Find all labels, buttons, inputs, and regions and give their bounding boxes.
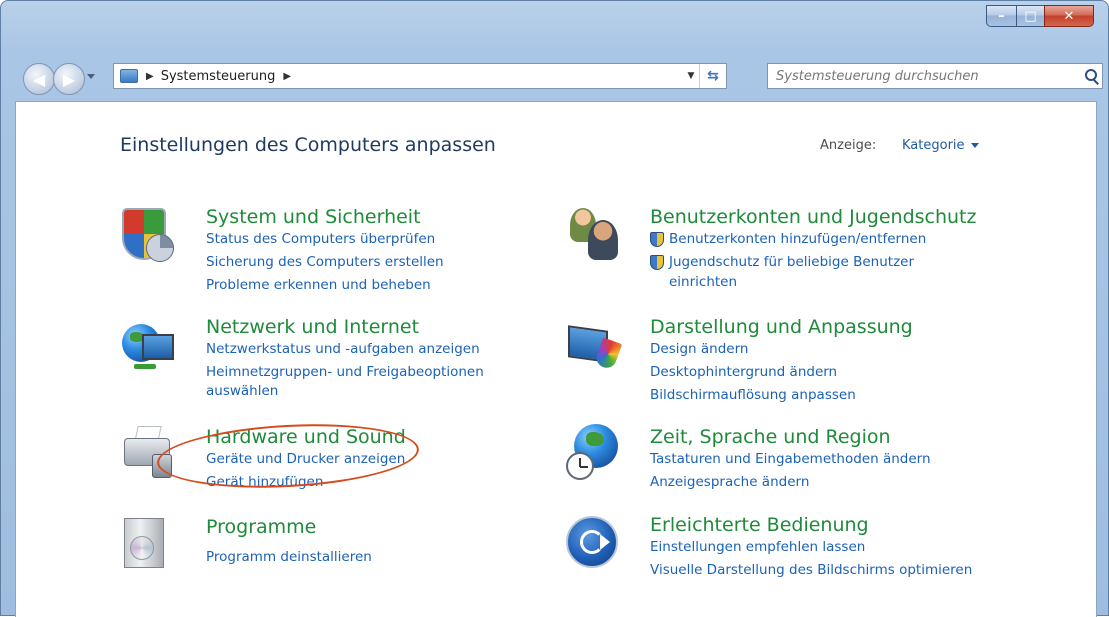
- category-system-security: System und Sicherheit Status des Compute…: [206, 206, 444, 297]
- arrow-right-icon: ▶: [62, 69, 76, 89]
- control-panel-icon: [120, 69, 138, 83]
- refresh-icon[interactable]: ⇆: [699, 64, 726, 88]
- link-network-status[interactable]: Netzwerkstatus und -aufgaben anzeigen: [206, 338, 484, 361]
- category-title[interactable]: Benutzerkonten und Jugendschutz: [650, 206, 976, 228]
- chevron-down-icon: [970, 143, 979, 148]
- link-status[interactable]: Status des Computers überprüfen: [206, 228, 444, 251]
- link-optimize-display[interactable]: Visuelle Darstellung des Bildschirms opt…: [650, 559, 972, 582]
- category-network-internet: Netzwerk und Internet Netzwerkstatus und…: [206, 316, 484, 403]
- category-title[interactable]: Darstellung und Anpassung: [650, 316, 913, 338]
- link-parental-controls-cont[interactable]: einrichten: [650, 274, 976, 290]
- system-security-icon[interactable]: [120, 206, 176, 262]
- close-icon: ✕: [1063, 8, 1075, 24]
- page-title: Einstellungen des Computers anpassen: [120, 134, 496, 156]
- category-title[interactable]: System und Sicherheit: [206, 206, 444, 228]
- address-bar[interactable]: ▶ Systemsteuerung ▶ ▼ ⇆: [113, 63, 727, 89]
- view-selector[interactable]: Kategorie: [902, 138, 979, 153]
- search-input[interactable]: [768, 67, 1080, 85]
- view-label: Anzeige:: [820, 138, 877, 153]
- link-troubleshoot[interactable]: Probleme erkennen und beheben: [206, 274, 444, 297]
- category-title[interactable]: Zeit, Sprache und Region: [650, 426, 931, 448]
- category-title[interactable]: Erleichterte Bedienung: [650, 514, 972, 536]
- minimize-button[interactable]: –: [986, 5, 1016, 27]
- category-appearance: Darstellung und Anpassung Design ändern …: [650, 316, 913, 407]
- category-programs: Programme Programm deinstallieren: [206, 516, 372, 569]
- caption-buttons: – □ ✕: [986, 5, 1094, 27]
- link-label: Jugendschutz für beliebige Benutzer: [669, 254, 915, 270]
- link-backup[interactable]: Sicherung des Computers erstellen: [206, 251, 444, 274]
- maximize-icon: □: [1024, 8, 1037, 24]
- back-button[interactable]: ◀: [23, 63, 55, 95]
- search-box: [767, 63, 1103, 89]
- category-clock-language-region: Zeit, Sprache und Region Tastaturen und …: [650, 426, 931, 494]
- link-keyboards-input[interactable]: Tastaturen und Eingabemethoden ändern: [650, 448, 931, 471]
- forward-button[interactable]: ▶: [53, 63, 85, 95]
- uac-shield-icon: [650, 232, 664, 247]
- minimize-icon: –: [998, 8, 1005, 24]
- clock-language-region-icon[interactable]: [564, 424, 620, 480]
- link-label: Benutzerkonten hinzufügen/entfernen: [669, 231, 927, 247]
- maximize-button[interactable]: □: [1016, 5, 1044, 27]
- category-title[interactable]: Programme: [206, 516, 372, 538]
- category-title[interactable]: Netzwerk und Internet: [206, 316, 484, 338]
- category-user-accounts: Benutzerkonten und Jugendschutz Benutzer…: [650, 206, 976, 290]
- programs-icon[interactable]: [120, 514, 176, 570]
- link-screen-resolution[interactable]: Bildschirmauflösung anpassen: [650, 384, 913, 407]
- link-display-language[interactable]: Anzeigesprache ändern: [650, 471, 931, 494]
- category-ease-of-access: Erleichterte Bedienung Einstellungen emp…: [650, 514, 972, 582]
- address-dropdown-icon[interactable]: ▼: [683, 71, 699, 81]
- ease-of-access-icon[interactable]: [564, 514, 620, 570]
- recent-pages-dropdown-icon[interactable]: [87, 74, 95, 79]
- search-icon[interactable]: [1080, 65, 1102, 87]
- link-uninstall-program[interactable]: Programm deinstallieren: [206, 546, 372, 569]
- close-button[interactable]: ✕: [1044, 5, 1094, 27]
- breadcrumb-separator-icon[interactable]: ▶: [146, 71, 154, 82]
- content-area: Einstellungen des Computers anpassen Anz…: [15, 101, 1097, 617]
- breadcrumb-separator-icon[interactable]: ▶: [283, 71, 291, 82]
- arrow-left-icon: ◀: [32, 69, 46, 89]
- appearance-icon[interactable]: [564, 318, 623, 374]
- uac-shield-icon: [650, 255, 664, 270]
- control-panel-window: – □ ✕ ◀ ▶ ▶ Systemsteuerung ▶ ▼ ⇆ Einste…: [0, 0, 1109, 617]
- link-desktop-background[interactable]: Desktophintergrund ändern: [650, 361, 913, 384]
- network-internet-icon[interactable]: [120, 318, 176, 374]
- link-parental-controls[interactable]: Jugendschutz für beliebige Benutzer: [650, 251, 976, 274]
- link-add-remove-accounts[interactable]: Benutzerkonten hinzufügen/entfernen: [650, 228, 976, 251]
- link-change-theme[interactable]: Design ändern: [650, 338, 913, 361]
- breadcrumb-item-systemsteuerung[interactable]: Systemsteuerung: [161, 69, 276, 84]
- user-accounts-icon[interactable]: [564, 206, 620, 262]
- view-selector-label: Kategorie: [902, 138, 965, 153]
- link-recommended-settings[interactable]: Einstellungen empfehlen lassen: [650, 536, 972, 559]
